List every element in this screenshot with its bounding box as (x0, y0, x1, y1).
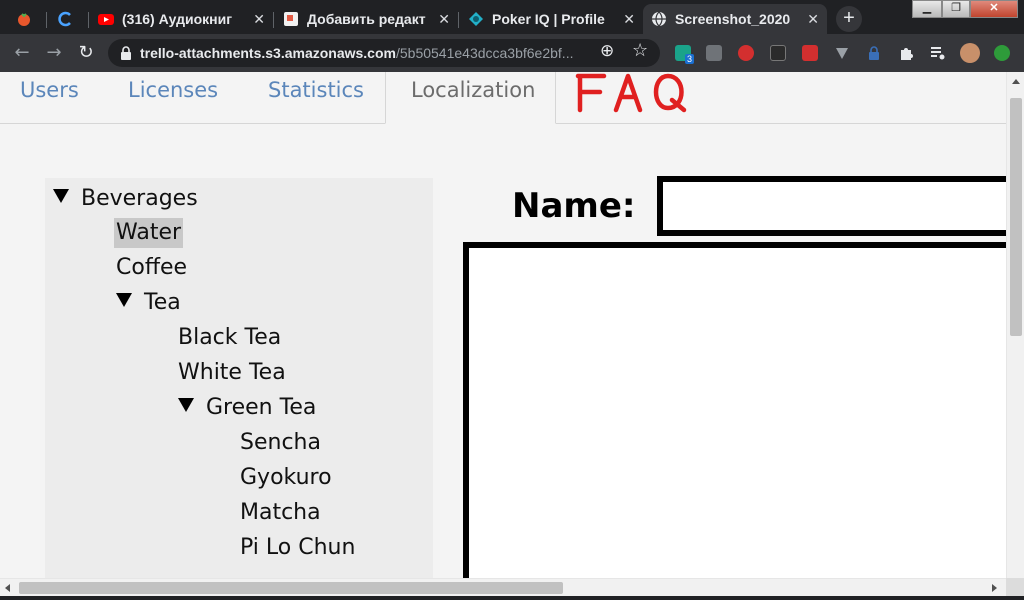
tree-node-water[interactable]: Water (114, 218, 184, 248)
window-close-button[interactable]: ✕ (970, 0, 1018, 18)
tab-statistics[interactable]: Statistics (268, 78, 364, 102)
tree-node-coffee[interactable]: Coffee (116, 253, 187, 283)
address-bar[interactable]: trello-attachments.s3.amazonaws.com/5b50… (108, 39, 660, 67)
category-tree: Beverages Water Coffee Tea Black Tea Whi… (45, 178, 433, 578)
vpn-v-icon[interactable] (834, 45, 850, 61)
dark-extension-icon[interactable] (770, 45, 786, 61)
minimize-button[interactable]: ▁ (912, 0, 942, 18)
tab-localization[interactable]: Localization (385, 72, 556, 124)
media-playlist-icon[interactable] (930, 45, 946, 61)
browser-tab-poker[interactable]: Poker IQ | Profile ✕ (460, 4, 643, 34)
tab-localization-label: Localization (411, 78, 536, 102)
tree-node-label: Tea (144, 290, 181, 315)
poker-icon (469, 12, 483, 26)
new-tab-button[interactable]: + (836, 6, 862, 32)
tree-node-label: Black Tea (178, 325, 282, 350)
tree-node-label: Pi Lo Chun (240, 535, 356, 560)
browser-tab-pinned-2[interactable] (50, 4, 86, 34)
extension-badge: 3 (685, 54, 695, 64)
youtube-icon (98, 14, 114, 25)
tree-node-label: Sencha (240, 430, 321, 455)
zoom-icon[interactable]: ⊕ (600, 41, 614, 61)
tomato-icon (18, 13, 30, 26)
horizontal-scrollbar[interactable] (0, 578, 1006, 596)
scroll-right-arrow-icon[interactable] (992, 584, 997, 592)
close-icon[interactable]: ✕ (438, 11, 450, 28)
spinner-c-icon (58, 11, 71, 27)
url-path: /5b50541e43dcca3bf6e2bf... (395, 45, 574, 61)
tree-node-label: Coffee (116, 255, 188, 280)
tab-title: Добавить редакт (307, 11, 426, 27)
faq-handwritten-label[interactable] (572, 72, 708, 114)
browser-tab-doc[interactable]: Добавить редакт ✕ (275, 4, 458, 34)
tree-node-gyokuro[interactable]: Gyokuro (240, 463, 332, 493)
name-label: Name: (512, 186, 636, 226)
tree-node-black-tea[interactable]: Black Tea (178, 323, 281, 353)
tree-node-label: White Tea (178, 360, 286, 385)
tab-licenses[interactable]: Licenses (128, 78, 218, 102)
vertical-scroll-thumb[interactable] (1010, 98, 1022, 336)
page-content: Users Licenses Statistics Localization B… (0, 72, 1006, 578)
vertical-scrollbar[interactable] (1006, 72, 1024, 578)
browser-tab-youtube[interactable]: (316) Аудиокниг ✕ (90, 4, 273, 34)
tree-node-label: Beverages (81, 186, 198, 211)
url-text: trello-attachments.s3.amazonaws.com/5b50… (140, 45, 610, 61)
browser-tab-pinned-1[interactable] (8, 4, 44, 34)
lock-extension-icon[interactable] (866, 45, 882, 61)
avatar[interactable] (960, 43, 980, 63)
tree-node-sencha[interactable]: Sencha (240, 428, 321, 458)
browser-tab-strip: (316) Аудиокниг ✕ Добавить редакт ✕ Poke… (0, 0, 1024, 34)
tab-title: Poker IQ | Profile (492, 11, 605, 27)
tree-node-green-tea[interactable]: Green Tea (178, 393, 316, 423)
update-arrow-icon[interactable] (994, 45, 1010, 61)
tree-node-label: Green Tea (206, 395, 317, 420)
tab-users[interactable]: Users (20, 78, 79, 102)
back-button[interactable]: ← (10, 41, 34, 65)
lock-icon (121, 46, 131, 60)
tree-node-label: Water (116, 220, 182, 245)
description-textarea[interactable] (463, 242, 1006, 578)
tree-node-pi-lo-chun[interactable]: Pi Lo Chun (240, 533, 355, 563)
maximize-button[interactable]: ❐ (942, 0, 970, 18)
globe-icon (652, 11, 666, 27)
browser-toolbar: ← → ↻ trello-attachments.s3.amazonaws.co… (0, 34, 1024, 72)
tree-node-white-tea[interactable]: White Tea (178, 358, 286, 388)
forward-button[interactable]: → (42, 41, 66, 65)
url-host: trello-attachments.s3.amazonaws.com (140, 45, 396, 61)
tab-title: Screenshot_2020 (675, 11, 791, 27)
doc-icon (284, 12, 298, 26)
collapse-triangle-icon[interactable] (178, 398, 194, 412)
reload-button[interactable]: ↻ (74, 41, 98, 65)
close-icon[interactable]: ✕ (623, 11, 635, 28)
tree-node-tea[interactable]: Tea (116, 288, 181, 318)
name-input[interactable] (657, 176, 1006, 236)
close-icon[interactable]: ✕ (807, 11, 819, 28)
tree-node-beverages[interactable]: Beverages (53, 184, 198, 214)
tree-node-label: Matcha (240, 500, 321, 525)
tree-node-label: Gyokuro (240, 465, 332, 490)
window-bottom-border (0, 596, 1024, 600)
page-tabs: Users Licenses Statistics Localization (0, 72, 1006, 124)
browser-tab-active[interactable]: Screenshot_2020 ✕ (643, 4, 827, 34)
collapse-triangle-icon[interactable] (116, 293, 132, 307)
camera-extension-icon[interactable] (706, 45, 722, 61)
horizontal-scroll-thumb[interactable] (19, 582, 563, 594)
extensions-puzzle-icon[interactable] (898, 45, 914, 61)
scrollbar-corner (1006, 578, 1024, 596)
collapse-triangle-icon[interactable] (53, 189, 69, 203)
scroll-left-arrow-icon[interactable] (5, 584, 10, 592)
close-icon[interactable]: ✕ (253, 11, 265, 28)
adblock-hand-icon[interactable] (738, 45, 754, 61)
video-extension-icon[interactable] (802, 45, 818, 61)
bookmark-star-icon[interactable]: ☆ (632, 40, 648, 61)
tree-node-matcha[interactable]: Matcha (240, 498, 321, 528)
scroll-up-arrow-icon[interactable] (1012, 79, 1020, 84)
tab-title: (316) Аудиокниг (122, 11, 233, 27)
